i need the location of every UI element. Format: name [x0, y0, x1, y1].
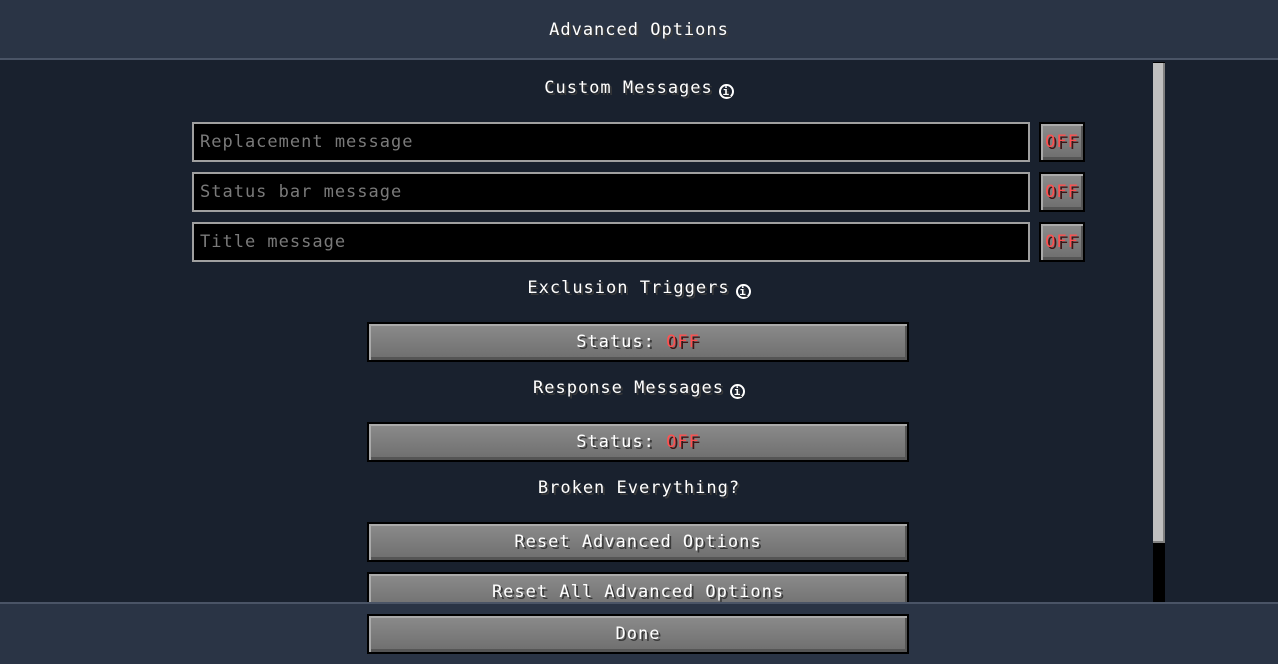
page-title: Advanced Options — [549, 20, 729, 40]
exclusion-triggers-label: Exclusion Triggers — [527, 278, 730, 298]
status-value: OFF — [666, 432, 700, 452]
status-bar-message-input[interactable] — [192, 172, 1030, 212]
toggle-state: OFF — [1045, 182, 1079, 202]
footer-bar: Done — [0, 602, 1278, 664]
button-label: Done — [615, 624, 661, 644]
title-message-input[interactable] — [192, 222, 1030, 262]
status-label: Status: — [576, 432, 655, 452]
toggle-state: OFF — [1045, 132, 1079, 152]
exclusion-triggers-status-button[interactable]: Status: OFF — [367, 322, 909, 362]
custom-messages-label: Custom Messages — [544, 78, 713, 98]
advanced-options-screen: Advanced Options Custom Messages i OFF OF… — [0, 0, 1278, 664]
reset-advanced-options-button[interactable]: Reset Advanced Options — [367, 522, 909, 562]
response-messages-label: Response Messages — [533, 378, 724, 398]
options-scroll-list[interactable]: Custom Messages i OFF OFF OFF Exclusion T… — [0, 60, 1278, 602]
header-bar: Advanced Options — [0, 0, 1278, 60]
info-icon[interactable]: i — [730, 384, 745, 399]
info-icon[interactable]: i — [735, 284, 751, 299]
exclusion-triggers-heading: Exclusion Triggers i — [0, 278, 1278, 299]
response-messages-heading: Response Messages i — [0, 378, 1278, 399]
title-message-toggle[interactable]: OFF — [1039, 222, 1085, 262]
toggle-state: OFF — [1045, 232, 1079, 252]
response-messages-status-button[interactable]: Status: OFF — [367, 422, 909, 462]
info-icon[interactable]: i — [718, 84, 734, 99]
done-button[interactable]: Done — [367, 614, 909, 654]
button-label: Reset All Advanced Options — [491, 582, 785, 602]
broken-everything-label: Broken Everything? — [537, 478, 741, 498]
broken-everything-heading: Broken Everything? — [0, 478, 1278, 498]
custom-messages-heading: Custom Messages i — [0, 78, 1278, 99]
status-value: OFF — [666, 332, 700, 352]
scrollbar-thumb[interactable] — [1153, 63, 1165, 543]
status-label: Status: — [576, 332, 655, 352]
replacement-message-input[interactable] — [192, 122, 1030, 162]
reset-all-advanced-options-button[interactable]: Reset All Advanced Options — [367, 572, 909, 602]
replacement-message-toggle[interactable]: OFF — [1039, 122, 1085, 162]
status-bar-message-toggle[interactable]: OFF — [1039, 172, 1085, 212]
button-label: Reset Advanced Options — [514, 532, 762, 552]
